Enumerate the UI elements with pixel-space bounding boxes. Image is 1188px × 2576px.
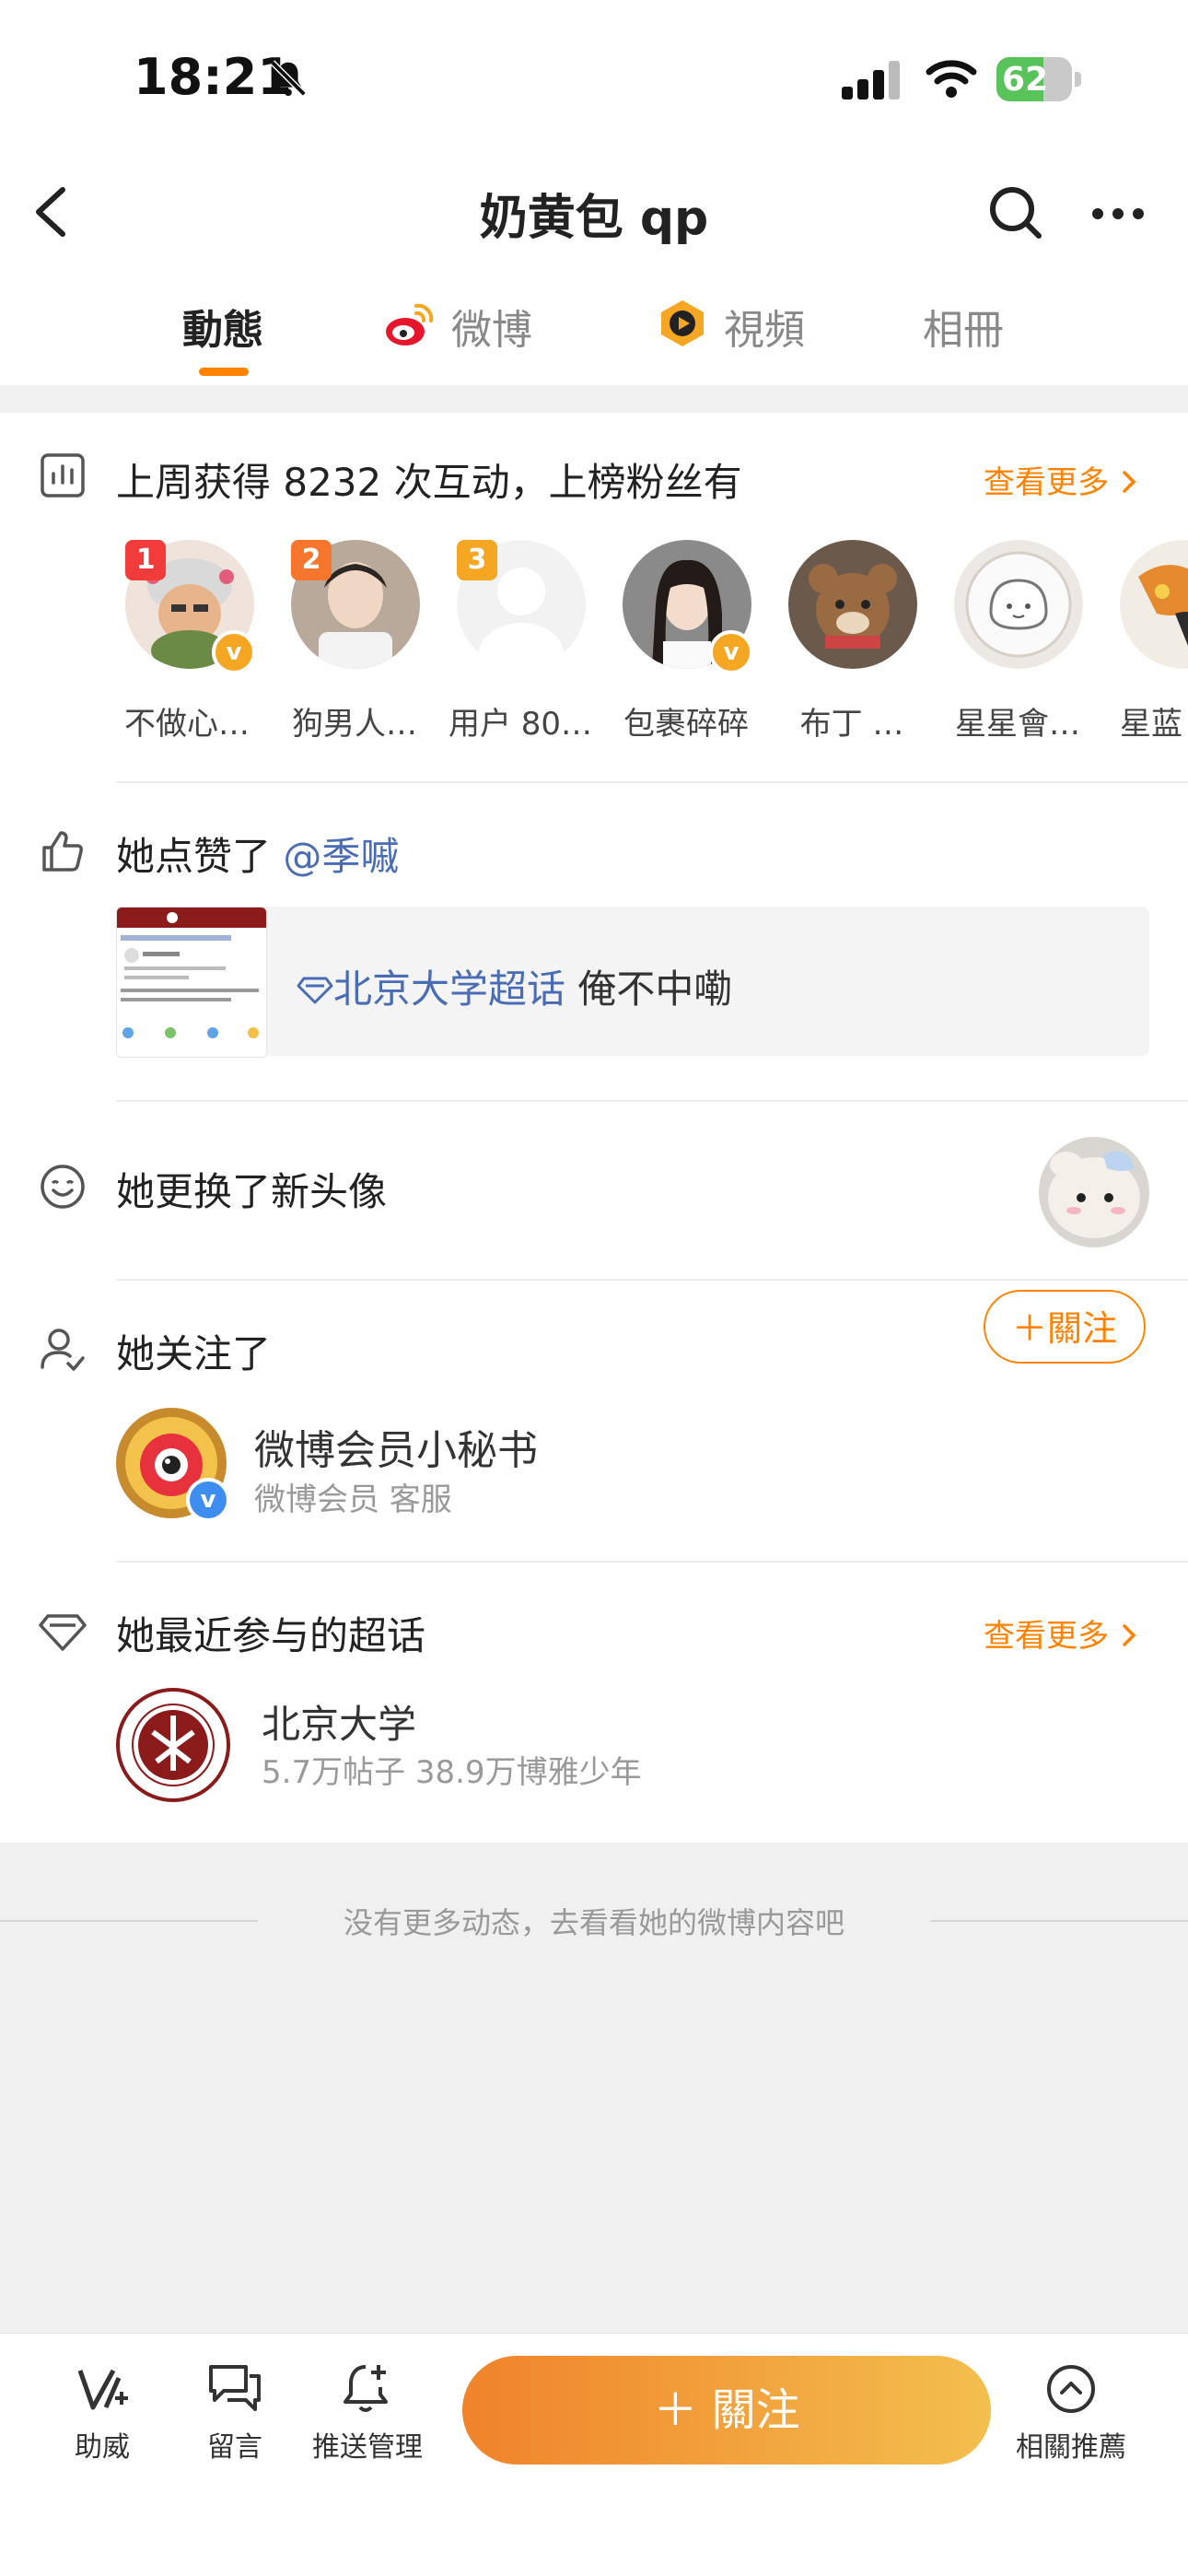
- supertopic-see-more-link[interactable]: 查看更多: [984, 1610, 1139, 1656]
- user-follow-icon: [41, 1329, 85, 1371]
- divider: [116, 781, 1188, 783]
- cheer-icon: [77, 2369, 128, 2410]
- message-button[interactable]: 留言: [166, 2359, 304, 2465]
- chevron-right-icon: [1123, 1624, 1136, 1646]
- bell-plus-icon: [344, 2365, 388, 2412]
- weibo-icon: [386, 303, 434, 345]
- rank-badge: 1: [125, 540, 166, 580]
- bottom-action-bar: 助威 留言 推送管理 ＋ 關注 相關推薦: [0, 2333, 1188, 2576]
- cheer-button[interactable]: 助威: [33, 2359, 171, 2465]
- interactions-summary: 上周获得 8232 次互动，上榜粉丝有: [116, 460, 742, 505]
- followed-account-avatar[interactable]: v: [116, 1408, 230, 1522]
- status-bar: 18:21 62: [0, 0, 1188, 157]
- supertopic-section-title: 她最近参与的超话: [116, 1613, 426, 1658]
- fan-name: 星蓝: [1120, 706, 1182, 743]
- thumbs-up-icon: [42, 831, 83, 872]
- interactions-see-more-link[interactable]: 查看更多: [984, 457, 1139, 502]
- push-settings-button[interactable]: 推送管理: [298, 2359, 437, 2465]
- screen: 18:21 62 奶黄包 qp 動態 微博 視頻 相冊 上周获得 8232 次互…: [0, 0, 1188, 2576]
- smiley-face-icon: [41, 1165, 85, 1209]
- bar-chart-icon: [41, 453, 85, 498]
- section-gap: [0, 385, 1188, 413]
- supertopic-link[interactable]: 北京大学超话: [333, 966, 565, 1012]
- liked-post-text: 北京大学超话 俺不中嘞: [297, 958, 732, 1014]
- dynamics-feed: 上周获得 8232 次互动，上榜粉丝有 查看更多 1 v 不做心… 2 狗男人……: [0, 413, 1188, 1843]
- profile-tabs: 動態 微博 視頻 相冊: [0, 269, 1188, 385]
- battery-indicator: 62: [996, 57, 1081, 101]
- avatar: [954, 540, 1083, 669]
- liked-activity-title: 她点赞了 @季嘁: [116, 834, 400, 879]
- divider: [116, 1100, 1188, 1102]
- supertopic-name[interactable]: 北京大学: [262, 1693, 416, 1750]
- avatar-change-title: 她更换了新头像: [116, 1169, 388, 1214]
- divider: [116, 1561, 1188, 1563]
- navigation-bar: 奶黄包 qp: [0, 157, 1188, 271]
- tab-video[interactable]: 視頻: [724, 297, 805, 356]
- post-thumbnail: [116, 907, 267, 1058]
- battery-percentage: 62: [1002, 61, 1049, 99]
- supertopic-follow-button[interactable]: ＋關注: [984, 1290, 1146, 1364]
- verified-badge-icon: v: [186, 1478, 230, 1522]
- rank-badge: 2: [291, 540, 332, 580]
- university-logo[interactable]: [116, 1688, 230, 1802]
- chevron-up-circle-icon: [1047, 2365, 1095, 2413]
- more-options-icon[interactable]: [1089, 186, 1147, 241]
- active-tab-indicator: [199, 368, 249, 376]
- supertopic-diamond-icon: [39, 1614, 87, 1651]
- avatar: [1120, 540, 1188, 669]
- end-divider-right: [930, 1920, 1188, 1922]
- related-recommendations-button[interactable]: 相關推薦: [1002, 2359, 1140, 2465]
- supertopic-stats: 5.7万帖子 38.9万博雅少年: [262, 1754, 642, 1791]
- liked-post-card[interactable]: 北京大学超话 俺不中嘞: [116, 907, 1149, 1058]
- followed-title: 她关注了: [116, 1331, 272, 1376]
- wifi-icon: [926, 60, 977, 98]
- cellular-signal-icon: [842, 61, 900, 100]
- verified-badge-icon: v: [709, 630, 753, 674]
- follow-button[interactable]: ＋ 關注: [462, 2356, 991, 2465]
- followed-account-desc: 微博会员 客服: [254, 1481, 452, 1518]
- tab-dynamics[interactable]: 動態: [182, 297, 263, 356]
- mention-link[interactable]: @季嘁: [283, 834, 399, 879]
- chevron-right-icon: [1123, 471, 1136, 493]
- search-icon[interactable]: [985, 182, 1044, 241]
- video-icon: [661, 300, 704, 346]
- supertopic-diamond-icon: [297, 977, 333, 1004]
- verified-badge-icon: v: [212, 630, 256, 674]
- chat-bubbles-icon: [209, 2365, 261, 2411]
- new-avatar-image[interactable]: [1039, 1137, 1149, 1247]
- divider: [116, 1279, 1188, 1281]
- rank-badge: 3: [457, 540, 497, 580]
- tab-weibo[interactable]: 微博: [451, 297, 532, 356]
- tab-album[interactable]: 相冊: [923, 297, 1004, 356]
- followed-account-name[interactable]: 微博会员小秘书: [254, 1417, 538, 1476]
- avatar: [788, 540, 917, 669]
- bell-muted-icon: [270, 60, 307, 97]
